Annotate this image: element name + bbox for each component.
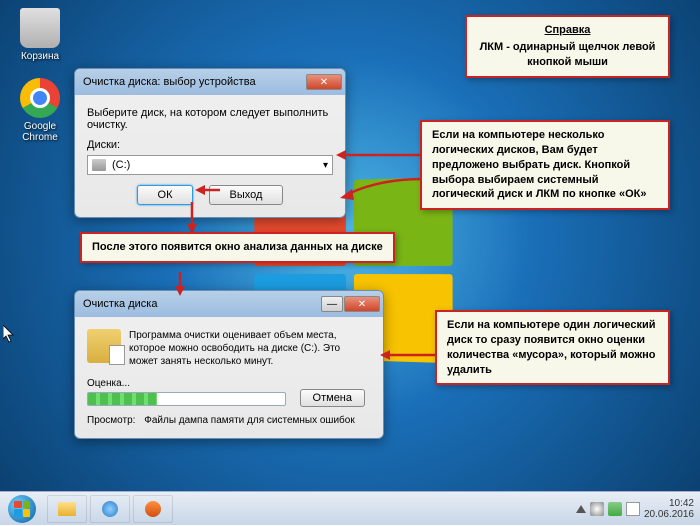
clock[interactable]: 10:42 20.06.2016 — [644, 498, 694, 520]
help-body: ЛКМ - одинарный щелчок левой кнопкой мыш… — [480, 41, 656, 68]
taskbar: 10:42 20.06.2016 — [0, 491, 700, 525]
system-tray[interactable]: 10:42 20.06.2016 — [576, 498, 700, 520]
taskbar-item-media[interactable] — [133, 495, 173, 523]
clock-date: 20.06.2016 — [644, 509, 694, 520]
taskbar-item-explorer[interactable] — [47, 495, 87, 523]
single-disk-tooltip: Если на компьютере один логический диск … — [435, 310, 670, 385]
media-icon — [145, 501, 161, 517]
disk-cleanup-progress-dialog: Очистка диска — ✕ Программа очистки оцен… — [74, 290, 384, 439]
help-title: Справка — [477, 23, 658, 38]
start-orb-icon — [8, 495, 36, 523]
close-button[interactable]: ✕ — [306, 74, 342, 90]
flag-icon[interactable] — [590, 502, 604, 516]
progress-label: Оценка... — [87, 378, 371, 389]
drive-select[interactable]: (C:) — [87, 155, 333, 175]
drives-label: Диски: — [87, 139, 333, 151]
close-button[interactable]: ✕ — [344, 296, 380, 312]
recycle-bin-icon[interactable]: Корзина — [12, 8, 68, 62]
instruction-text: Выберите диск, на котором следует выполн… — [87, 107, 333, 131]
chrome-label: Google Chrome — [12, 121, 68, 143]
start-button[interactable] — [0, 492, 44, 526]
analysis-tooltip: После этого появится окно анализа данных… — [80, 232, 395, 263]
titlebar[interactable]: Очистка диска — ✕ — [75, 291, 383, 317]
tip3-text: После этого появится окно анализа данных… — [92, 241, 383, 253]
progress-bar — [87, 392, 286, 406]
recycle-bin-label: Корзина — [12, 51, 68, 62]
disk-cleanup-select-dialog: Очистка диска: выбор устройства ✕ Выбери… — [74, 68, 346, 218]
ok-button[interactable]: ОК — [137, 185, 194, 205]
cursor-icon — [3, 325, 15, 343]
network-icon[interactable] — [608, 502, 622, 516]
view-value: Файлы дампа памяти для системных ошибок — [144, 415, 354, 426]
tray-up-icon[interactable] — [576, 505, 586, 513]
drive-icon — [92, 159, 106, 171]
taskbar-item-browser[interactable] — [90, 495, 130, 523]
chrome-icon — [20, 78, 60, 118]
cancel-button[interactable]: Отмена — [300, 389, 365, 407]
progress-message: Программа очистки оценивает объем места,… — [129, 329, 371, 368]
browser-icon — [102, 501, 118, 517]
folder-icon — [58, 502, 76, 516]
view-label: Просмотр: — [87, 415, 135, 426]
titlebar[interactable]: Очистка диска: выбор устройства ✕ — [75, 69, 345, 95]
clock-time: 10:42 — [644, 498, 694, 509]
minimize-button[interactable]: — — [321, 296, 343, 312]
desktop: Корзина Google Chrome Очистка диска: выб… — [0, 0, 700, 525]
window-title: Очистка диска — [83, 298, 321, 310]
volume-icon[interactable] — [626, 502, 640, 516]
arrow-icon — [336, 145, 426, 165]
exit-button[interactable]: Выход — [209, 185, 284, 205]
drive-selected-value: (C:) — [112, 159, 130, 171]
tip4-text: Если на компьютере один логический диск … — [447, 319, 656, 376]
tip2-text: Если на компьютере несколько логических … — [432, 129, 646, 200]
chrome-shortcut[interactable]: Google Chrome — [12, 78, 68, 143]
multi-disk-tooltip: Если на компьютере несколько логических … — [420, 120, 670, 210]
disk-cleanup-icon — [87, 329, 121, 363]
trash-icon — [20, 8, 60, 48]
window-title: Очистка диска: выбор устройства — [83, 76, 306, 88]
help-tooltip: Справка ЛКМ - одинарный щелчок левой кно… — [465, 15, 670, 78]
